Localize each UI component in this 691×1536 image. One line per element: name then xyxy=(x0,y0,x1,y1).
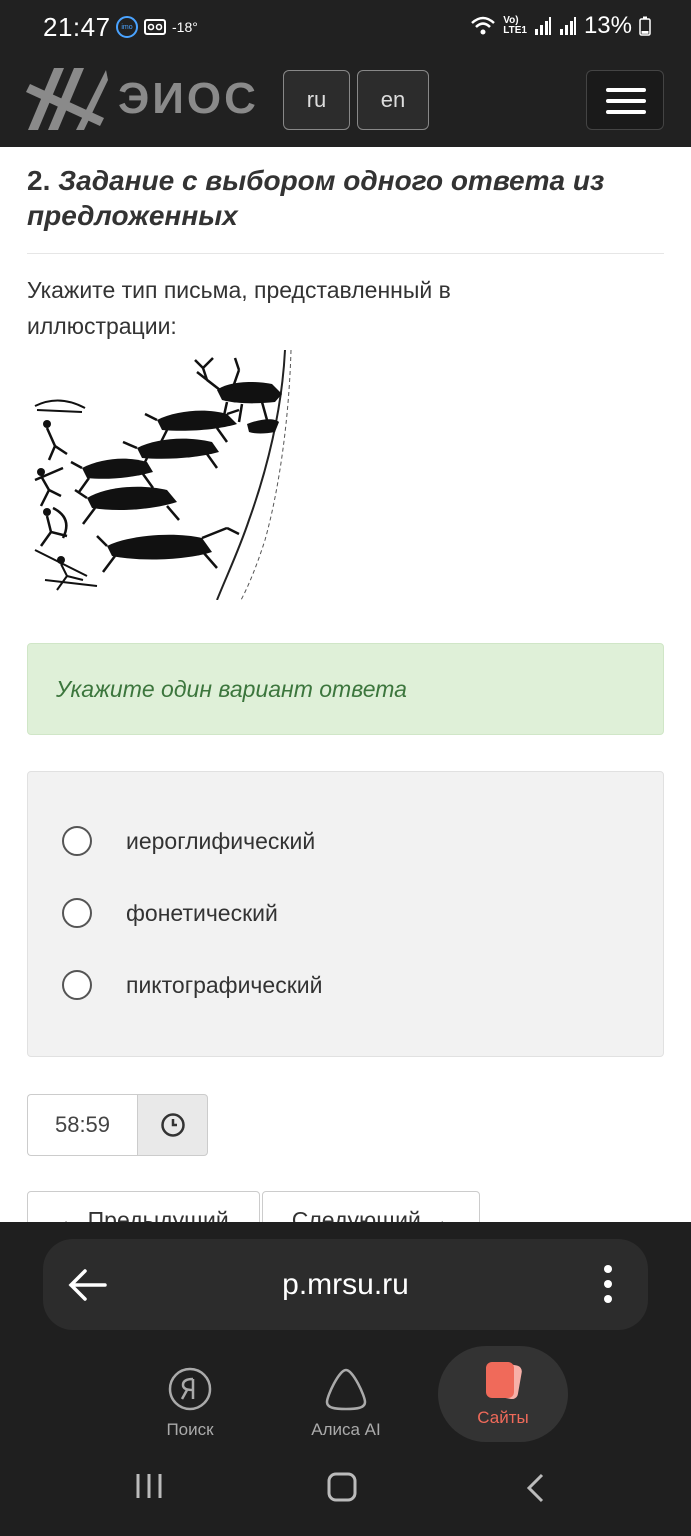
status-right-icons: Vo) LTE1 13% xyxy=(470,12,651,40)
voicemail-icon xyxy=(144,19,166,35)
menu-button[interactable] xyxy=(586,70,664,130)
navbar: ЭИОС ru en xyxy=(0,56,691,147)
cave-painting-illustration xyxy=(34,349,292,601)
radio-button[interactable] xyxy=(62,826,92,856)
radio-button[interactable] xyxy=(62,970,92,1000)
tab-alice[interactable]: Алиса AI xyxy=(286,1362,406,1440)
previous-button[interactable]: ← Предыдущий xyxy=(27,1191,260,1222)
language-en-button[interactable]: en xyxy=(357,70,429,130)
address-bar[interactable]: p.mrsu.ru xyxy=(43,1239,648,1330)
timer: 58:59 xyxy=(27,1094,208,1156)
radio-button[interactable] xyxy=(62,898,92,928)
system-navigation xyxy=(0,1472,691,1522)
question-text: Укажите тип письма, представленный в илл… xyxy=(27,277,451,339)
tab-sites-label: Сайты xyxy=(477,1408,529,1427)
yandex-search-icon xyxy=(130,1362,250,1416)
recent-apps-icon[interactable] xyxy=(134,1472,164,1500)
page-content: 2. Задание с выбором одного ответа из пр… xyxy=(27,147,664,1222)
question-title: 2. Задание с выбором одного ответа из пр… xyxy=(27,163,664,233)
imo-icon: imo xyxy=(116,16,138,38)
timer-value: 58:59 xyxy=(27,1094,137,1156)
volte-icon: Vo) LTE1 xyxy=(503,15,527,36)
hint-alert: Укажите один вариант ответа xyxy=(27,643,664,735)
alice-icon xyxy=(286,1362,406,1416)
question-title-text: Задание с выбором одного ответа из предл… xyxy=(27,165,605,231)
temperature-text: -18° xyxy=(172,19,198,35)
tab-search-label: Поиск xyxy=(166,1420,214,1439)
tab-alice-label: Алиса AI xyxy=(311,1420,381,1439)
question-number: 2. xyxy=(27,165,51,196)
answer-options: иероглифический фонетический пиктографич… xyxy=(27,771,664,1057)
answer-option-2[interactable]: фонетический xyxy=(62,898,278,928)
language-ru-button[interactable]: ru xyxy=(283,70,350,130)
answer-option-label[interactable]: иероглифический xyxy=(126,828,315,855)
question-pager: ← Предыдущий Следующий → xyxy=(27,1191,664,1222)
clock-icon xyxy=(137,1094,208,1156)
wifi-icon xyxy=(471,16,496,35)
hamburger-icon xyxy=(606,88,646,92)
battery-percent: 13% xyxy=(583,12,632,39)
answer-option-label[interactable]: пиктографический xyxy=(126,972,322,999)
more-menu-icon[interactable] xyxy=(604,1265,614,1305)
url-text[interactable]: p.mrsu.ru xyxy=(43,1239,648,1330)
eios-logo[interactable]: ЭИОС xyxy=(26,66,259,132)
answer-option-3[interactable]: пиктографический xyxy=(62,970,322,1000)
divider xyxy=(27,253,664,254)
browser-bottom-bar: p.mrsu.ru Поиск Алиса AI Сайты xyxy=(0,1222,691,1536)
tab-search[interactable]: Поиск xyxy=(130,1362,250,1440)
back-nav-icon[interactable] xyxy=(524,1472,548,1504)
tab-sites[interactable]: Сайты xyxy=(438,1346,568,1442)
logo-emblem-icon xyxy=(26,68,108,130)
home-icon[interactable] xyxy=(327,1472,357,1502)
status-left-icons: imo -18° xyxy=(116,16,198,38)
sites-icon xyxy=(438,1360,568,1404)
signal-icon xyxy=(559,17,576,35)
status-time: 21:47 xyxy=(43,12,111,42)
answer-option-1[interactable]: иероглифический xyxy=(62,826,315,856)
status-bar: 21:47 imo -18° Vo) LTE1 13% xyxy=(0,0,691,56)
answer-option-label[interactable]: фонетический xyxy=(126,900,278,927)
next-button[interactable]: Следующий → xyxy=(262,1191,480,1222)
battery-icon xyxy=(639,16,651,36)
logo-text: ЭИОС xyxy=(118,74,259,123)
signal-icon xyxy=(534,17,551,35)
